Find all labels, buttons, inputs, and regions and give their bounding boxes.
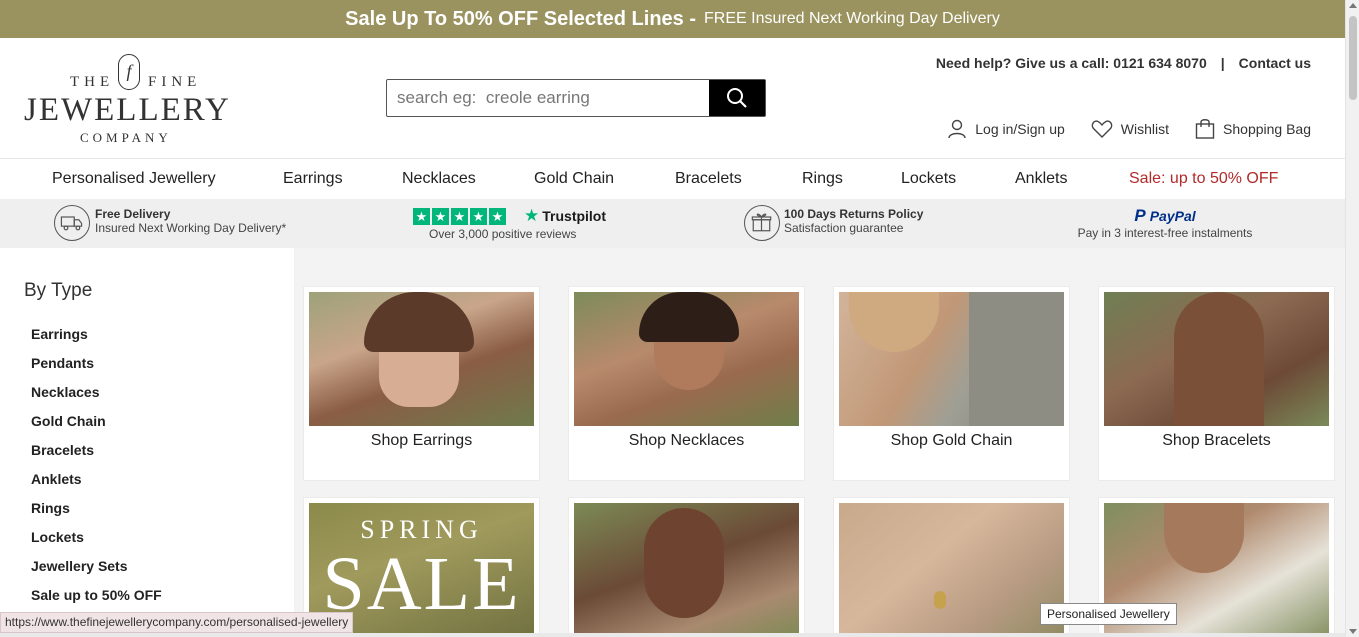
- site-logo[interactable]: THE f FINE JEWELLERY COMPANY: [24, 54, 236, 146]
- card-bracelets[interactable]: Shop Bracelets: [1099, 287, 1334, 480]
- search-icon: [727, 88, 747, 108]
- usp-returns: 100 Days Returns Policy Satisfaction gua…: [784, 207, 923, 235]
- scroll-up-arrow-icon[interactable]: [1349, 3, 1357, 8]
- sidebar-item-lockets[interactable]: Lockets: [31, 529, 162, 558]
- logo-monogram: f: [118, 54, 140, 90]
- nav-item-lockets[interactable]: Lockets: [901, 170, 956, 188]
- card-rings[interactable]: [569, 498, 804, 637]
- gift-icon: [744, 205, 780, 241]
- card-necklaces[interactable]: Shop Necklaces: [569, 287, 804, 480]
- hover-tooltip: Personalised Jewellery: [1040, 603, 1177, 625]
- trustpilot-subtitle: Over 3,000 positive reviews: [429, 227, 577, 241]
- heart-icon: [1091, 120, 1113, 138]
- card-lockets[interactable]: [834, 498, 1069, 637]
- phone-text[interactable]: Need help? Give us a call: 0121 634 8070: [936, 55, 1207, 71]
- paypal-icon: P: [1134, 206, 1146, 225]
- login-link[interactable]: Log in/Sign up: [947, 119, 1065, 139]
- login-label: Log in/Sign up: [975, 121, 1065, 137]
- shopping-bag-link[interactable]: Shopping Bag: [1195, 118, 1311, 140]
- necklaces-image: [574, 292, 799, 426]
- rings-image: [574, 503, 799, 637]
- trustpilot-brand: Trustpilot: [542, 208, 607, 224]
- nav-item-necklaces[interactable]: Necklaces: [402, 170, 476, 188]
- shopping-bag-icon: [1195, 119, 1215, 139]
- site-header: THE f FINE JEWELLERY COMPANY Need help? …: [0, 38, 1345, 159]
- delivery-van-icon: [54, 205, 90, 241]
- bracelets-image: [1104, 292, 1329, 426]
- earrings-image: [309, 292, 534, 426]
- usp-paypal[interactable]: P PayPal Pay in 3 interest-free instalme…: [1075, 206, 1255, 240]
- card-earrings-label: Shop Earrings: [370, 432, 473, 449]
- promo-banner[interactable]: Sale Up To 50% OFF Selected Lines - FREE…: [0, 0, 1345, 38]
- scroll-thumb[interactable]: [1349, 16, 1357, 100]
- gold-chain-image: [839, 292, 1064, 426]
- returns-subtitle: Satisfaction guarantee: [784, 221, 904, 235]
- logo-the: THE: [70, 74, 115, 90]
- user-icon: [948, 119, 966, 139]
- contact-link[interactable]: Contact us: [1239, 55, 1311, 71]
- delivery-subtitle: Insured Next Working Day Delivery*: [95, 221, 287, 235]
- nav-item-bracelets[interactable]: Bracelets: [675, 170, 742, 188]
- paypal-brand: PayPal: [1149, 208, 1196, 224]
- wishlist-label: Wishlist: [1120, 121, 1170, 137]
- sidebar-item-pendants[interactable]: Pendants: [31, 355, 162, 384]
- sidebar-item-rings[interactable]: Rings: [31, 500, 162, 529]
- wishlist-link[interactable]: Wishlist: [1091, 119, 1169, 139]
- card-gold-chain[interactable]: Shop Gold Chain: [834, 287, 1069, 480]
- logo-fine: FINE: [148, 74, 202, 90]
- sidebar-item-anklets[interactable]: Anklets: [31, 471, 162, 500]
- category-sidebar: By Type Earrings Pendants Necklaces Gold…: [0, 248, 294, 637]
- search-input[interactable]: [387, 80, 709, 116]
- returns-title: 100 Days Returns Policy: [784, 207, 924, 221]
- help-separator: |: [1220, 55, 1225, 71]
- promo-subline: FREE Insured Next Working Day Delivery: [704, 10, 1000, 27]
- logo-company: COMPANY: [80, 130, 172, 145]
- card-earrings[interactable]: Shop Earrings: [304, 287, 539, 480]
- status-bar-url: https://www.thefinejewellerycompany.com/…: [0, 612, 354, 633]
- nav-item-anklets[interactable]: Anklets: [1015, 170, 1067, 188]
- usp-delivery: Free Delivery Insured Next Working Day D…: [95, 207, 286, 235]
- nav-item-sale[interactable]: Sale: up to 50% OFF: [1129, 170, 1278, 188]
- paypal-subtitle: Pay in 3 interest-free instalments: [1077, 226, 1253, 240]
- trustpilot-star-icon: ★: [524, 206, 540, 225]
- sidebar-item-jewellery-sets[interactable]: Jewellery Sets: [31, 558, 162, 587]
- trustpilot-stars: ★ ★ ★ ★ ★: [413, 207, 506, 225]
- card-gold-chain-label: Shop Gold Chain: [890, 432, 1013, 449]
- delivery-title: Free Delivery: [95, 207, 171, 221]
- vertical-scrollbar[interactable]: [1345, 0, 1359, 637]
- sidebar-item-earrings[interactable]: Earrings: [31, 326, 162, 355]
- scroll-down-arrow-icon[interactable]: [1349, 629, 1357, 634]
- promo-headline: Sale Up To 50% OFF Selected Lines -: [345, 7, 697, 30]
- category-grid: Shop Earrings Shop Necklaces Shop Gold C…: [294, 248, 1345, 637]
- sidebar-item-necklaces[interactable]: Necklaces: [31, 384, 162, 413]
- main-nav: Personalised Jewellery Earrings Necklace…: [0, 159, 1345, 199]
- nav-item-earrings[interactable]: Earrings: [283, 170, 343, 188]
- nav-item-gold-chain[interactable]: Gold Chain: [534, 170, 614, 188]
- nav-item-personalised-jewellery[interactable]: Personalised Jewellery: [52, 170, 216, 188]
- help-bar: Need help? Give us a call: 0121 634 8070…: [936, 55, 1311, 71]
- card-necklaces-label: Shop Necklaces: [628, 432, 745, 449]
- sidebar-heading: By Type: [24, 280, 93, 301]
- logo-jewellery: JEWELLERY: [24, 92, 231, 128]
- sidebar-item-bracelets[interactable]: Bracelets: [31, 442, 162, 471]
- lockets-image: [839, 503, 1064, 637]
- horizontal-scrollbar[interactable]: [0, 633, 1345, 637]
- sidebar-list: Earrings Pendants Necklaces Gold Chain B…: [31, 326, 162, 616]
- account-links: Log in/Sign up Wishlist Shopping Bag: [947, 118, 1311, 140]
- sidebar-item-gold-chain[interactable]: Gold Chain: [31, 413, 162, 442]
- card-bracelets-label: Shop Bracelets: [1162, 432, 1271, 449]
- search-bar: [386, 79, 766, 117]
- usp-bar: Free Delivery Insured Next Working Day D…: [0, 199, 1345, 248]
- usp-trustpilot[interactable]: ★ ★ ★ ★ ★ ★ Trustpilot Over 3,000 positive r…: [413, 206, 606, 241]
- shopping-bag-label: Shopping Bag: [1223, 121, 1311, 137]
- search-button[interactable]: [709, 80, 765, 116]
- nav-item-rings[interactable]: Rings: [802, 170, 843, 188]
